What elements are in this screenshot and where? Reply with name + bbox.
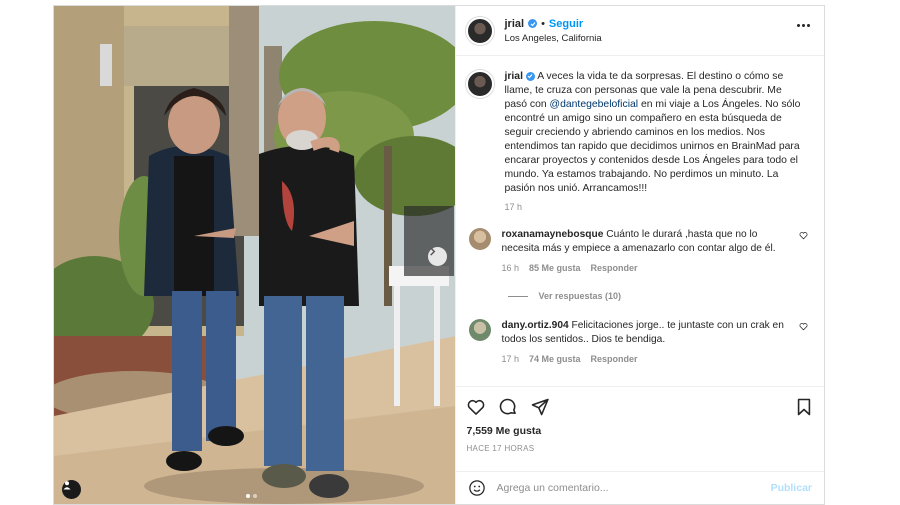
comment-icon[interactable] (498, 397, 518, 417)
reply-button[interactable]: Responder (591, 263, 638, 273)
action-icons (466, 395, 814, 419)
comment-meta: 17 h 74 Me gusta Responder (501, 354, 791, 364)
comment: dany.ortiz.904 Felicitaciones jorge.. te… (466, 319, 814, 364)
post-actions: 7,559 Me gusta HACE 17 HORAS (456, 386, 824, 471)
caption-time: 17 h (504, 202, 523, 212)
verified-badge-icon (528, 19, 538, 28)
comment-text: roxanamaynebosque Cuánto le durará ,hast… (501, 228, 791, 256)
caption-body-end: en mi viaje a Los Ángeles. No sólo encon… (504, 99, 801, 194)
view-replies-button[interactable]: Ver respuestas (10) (508, 291, 814, 301)
caption: jrial A veces la vida te da sorpresas. E… (466, 70, 814, 196)
comment-input[interactable] (496, 482, 761, 494)
add-comment-bar: Publicar (456, 471, 824, 504)
header-username[interactable]: jrial (504, 18, 524, 30)
share-icon[interactable] (530, 397, 550, 417)
publish-button[interactable]: Publicar (771, 482, 812, 494)
comment-time: 17 h (501, 354, 520, 364)
carousel-dots (246, 494, 257, 498)
post-photo[interactable] (54, 6, 456, 504)
post-timestamp: HACE 17 HORAS (466, 444, 535, 453)
heart-icon[interactable] (799, 322, 808, 331)
comment-likes[interactable]: 74 Me gusta (529, 354, 581, 364)
heart-icon[interactable] (799, 231, 808, 240)
comment-likes[interactable]: 85 Me gusta (529, 263, 581, 273)
comment-text: dany.ortiz.904 Felicitaciones jorge.. te… (501, 319, 791, 347)
photo-illustration (54, 6, 456, 504)
caption-mention-link[interactable]: @dantegebeloficial (550, 99, 639, 110)
comment-avatar[interactable] (469, 319, 492, 341)
comment-username[interactable]: roxanamaynebosque (501, 229, 603, 240)
post-header: jrial • Seguir Los Angeles, California (456, 6, 824, 56)
user-icon (63, 481, 71, 490)
instagram-post: jrial • Seguir Los Angeles, California j… (53, 5, 825, 505)
separator-dot: • (541, 17, 545, 30)
comment-meta: 16 h 85 Me gusta Responder (501, 263, 791, 273)
replies-divider (508, 295, 529, 297)
post-side-panel: jrial • Seguir Los Angeles, California j… (455, 6, 824, 504)
comment-username[interactable]: dany.ortiz.904 (501, 320, 568, 331)
verified-badge-icon (525, 71, 535, 81)
bookmark-icon[interactable] (794, 397, 814, 417)
caption-text: jrial A veces la vida te da sorpresas. E… (504, 70, 804, 196)
location-link[interactable]: Los Angeles, California (504, 33, 601, 44)
avatar[interactable] (466, 16, 495, 45)
view-replies-label: Ver respuestas (10) (538, 291, 622, 301)
header-user-row: jrial • Seguir (504, 18, 601, 30)
carousel-dot (253, 494, 257, 498)
likes-count[interactable]: 7,559 Me gusta (466, 425, 814, 437)
heart-icon[interactable] (466, 397, 486, 417)
header-user-info: jrial • Seguir Los Angeles, California (504, 18, 601, 44)
next-photo-button[interactable] (428, 247, 447, 266)
emoji-icon[interactable] (468, 479, 486, 497)
chevron-right-icon (430, 247, 436, 256)
comments-area[interactable]: jrial A veces la vida te da sorpresas. E… (456, 56, 824, 386)
follow-button[interactable]: Seguir (549, 18, 583, 30)
comment-avatar[interactable] (469, 228, 492, 250)
caption-username[interactable]: jrial (504, 71, 522, 82)
more-options-icon[interactable] (797, 24, 810, 27)
reply-button[interactable]: Responder (591, 354, 638, 364)
carousel-dot (246, 494, 250, 498)
avatar[interactable] (466, 70, 495, 98)
comment-time: 16 h (501, 263, 520, 273)
tagged-users-button[interactable] (62, 480, 81, 499)
comment: roxanamaynebosque Cuánto le durará ,hast… (466, 228, 814, 273)
